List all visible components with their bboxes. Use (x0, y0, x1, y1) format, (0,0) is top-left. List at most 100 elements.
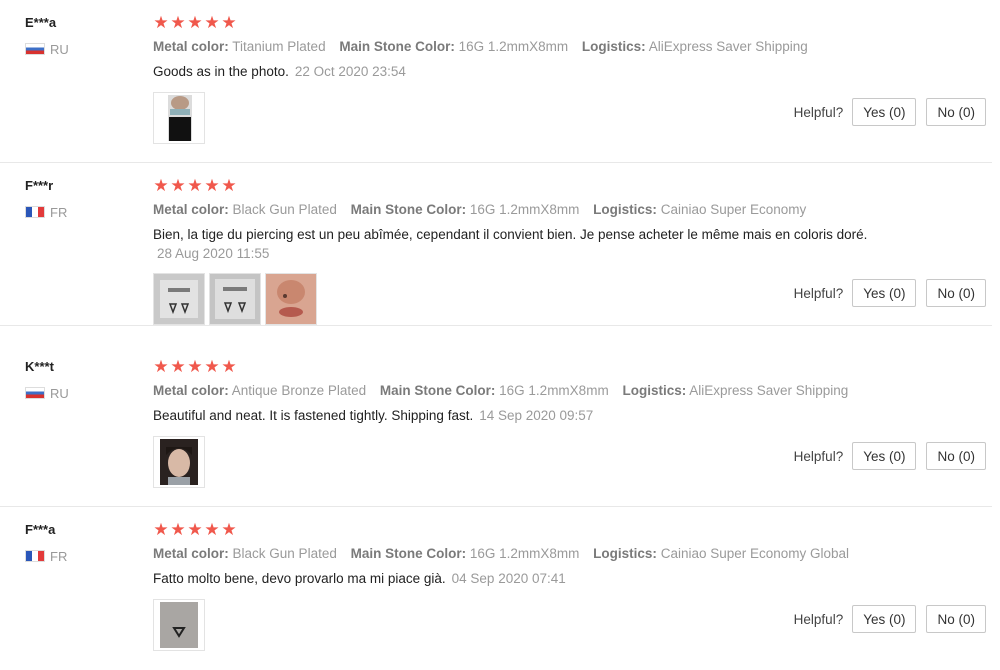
star-icon: ★ (187, 520, 203, 540)
country-code: RU (50, 41, 69, 57)
review-photos (153, 92, 205, 144)
photo-image (154, 437, 204, 487)
star-icon: ★ (170, 13, 186, 33)
logistics-attr: Logistics: Cainiao Super Economy Global (593, 546, 850, 561)
star-icon: ★ (204, 520, 220, 540)
review-photo-thumbnail[interactable] (265, 273, 317, 325)
review-photo-thumbnail[interactable] (153, 599, 205, 651)
helpful-yes-button[interactable]: Yes (0) (852, 442, 917, 470)
star-rating: ★ ★ ★ ★ ★ (153, 358, 237, 376)
france-flag-icon (25, 550, 45, 562)
logistics-attr: Logistics: AliExpress Saver Shipping (622, 383, 849, 398)
logistics-attr: Logistics: Cainiao Super Economy (593, 202, 807, 217)
france-flag-icon (25, 206, 45, 218)
helpful-no-button[interactable]: No (0) (926, 442, 986, 470)
review-item: F***a FR ★ ★ ★ ★ ★ Metal color: Black Gu… (0, 507, 992, 670)
star-icon: ★ (170, 357, 186, 377)
helpful-vote: Helpful? Yes (0) No (0) (794, 442, 986, 470)
stone-color-attr: Main Stone Color: 16G 1.2mmX8mm (379, 383, 609, 398)
star-icon: ★ (153, 357, 169, 377)
stone-color-attr: Main Stone Color: 16G 1.2mmX8mm (339, 39, 569, 54)
review-text: Fatto molto bene, devo provarlo ma mi pi… (153, 571, 566, 586)
star-icon: ★ (221, 520, 237, 540)
country-code: RU (50, 385, 69, 401)
metal-color-attr: Metal color: Antique Bronze Plated (153, 383, 367, 398)
helpful-yes-button[interactable]: Yes (0) (852, 279, 917, 307)
helpful-no-button[interactable]: No (0) (926, 279, 986, 307)
logistics-attr: Logistics: AliExpress Saver Shipping (581, 39, 808, 54)
helpful-vote: Helpful? Yes (0) No (0) (794, 605, 986, 633)
review-photo-thumbnail[interactable] (153, 436, 205, 488)
helpful-vote: Helpful? Yes (0) No (0) (794, 98, 986, 126)
review-text: Goods as in the photo. 22 Oct 2020 23:54 (153, 64, 406, 79)
product-attributes: Metal color: Black Gun Plated Main Stone… (153, 202, 816, 217)
review-photos (153, 436, 205, 488)
product-attributes: Metal color: Titanium Plated Main Stone … (153, 39, 818, 54)
star-icon: ★ (187, 176, 203, 196)
star-icon: ★ (204, 13, 220, 33)
review-item: K***t RU ★ ★ ★ ★ ★ Metal color: Antique … (0, 344, 992, 507)
review-photos (153, 273, 317, 325)
review-text: Beautiful and neat. It is fastened tight… (153, 408, 594, 423)
star-icon: ★ (170, 520, 186, 540)
reviewer-name: E***a (25, 15, 57, 30)
reviewer-country: RU (25, 41, 69, 57)
photo-image (154, 93, 204, 143)
review-item: F***r FR ★ ★ ★ ★ ★ Metal color: Black Gu… (0, 163, 992, 326)
reviewer-name: F***r (25, 178, 54, 193)
star-icon: ★ (221, 357, 237, 377)
star-rating: ★ ★ ★ ★ ★ (153, 177, 237, 195)
helpful-vote: Helpful? Yes (0) No (0) (794, 279, 986, 307)
photo-image (210, 274, 260, 324)
review-item: E***a RU ★ ★ ★ ★ ★ Metal color: Titanium… (0, 0, 992, 163)
star-icon: ★ (204, 176, 220, 196)
country-code: FR (50, 548, 68, 564)
review-date: 22 Oct 2020 23:54 (294, 64, 406, 79)
review-photo-thumbnail[interactable] (209, 273, 261, 325)
country-code: FR (50, 204, 68, 220)
stone-color-attr: Main Stone Color: 16G 1.2mmX8mm (350, 546, 580, 561)
helpful-yes-button[interactable]: Yes (0) (852, 98, 917, 126)
product-attributes: Metal color: Black Gun Plated Main Stone… (153, 546, 859, 561)
metal-color-attr: Metal color: Titanium Plated (153, 39, 326, 54)
reviewer-name: F***a (25, 522, 56, 537)
reviewer-country: RU (25, 385, 69, 401)
metal-color-attr: Metal color: Black Gun Plated (153, 546, 337, 561)
russia-flag-icon (25, 43, 45, 55)
helpful-label: Helpful? (793, 448, 844, 464)
star-icon: ★ (170, 176, 186, 196)
helpful-label: Helpful? (793, 285, 844, 301)
star-icon: ★ (153, 520, 169, 540)
review-photos (153, 599, 205, 651)
review-date: 14 Sep 2020 09:57 (479, 408, 594, 423)
russia-flag-icon (25, 387, 45, 399)
stone-color-attr: Main Stone Color: 16G 1.2mmX8mm (350, 202, 580, 217)
reviewer-country: FR (25, 204, 67, 220)
photo-image (266, 274, 316, 324)
reviewer-name: K***t (25, 359, 54, 374)
review-photo-thumbnail[interactable] (153, 273, 205, 325)
photo-image (154, 600, 204, 650)
star-icon: ★ (187, 357, 203, 377)
review-date: 04 Sep 2020 07:41 (451, 571, 566, 586)
star-rating: ★ ★ ★ ★ ★ (153, 521, 237, 539)
star-icon: ★ (153, 176, 169, 196)
review-date: 28 Aug 2020 11:55 (157, 246, 270, 261)
star-icon: ★ (204, 357, 220, 377)
helpful-no-button[interactable]: No (0) (926, 605, 986, 633)
helpful-yes-button[interactable]: Yes (0) (852, 605, 917, 633)
star-icon: ★ (221, 13, 237, 33)
helpful-label: Helpful? (793, 104, 844, 120)
metal-color-attr: Metal color: Black Gun Plated (153, 202, 337, 217)
helpful-no-button[interactable]: No (0) (926, 98, 986, 126)
product-attributes: Metal color: Antique Bronze Plated Main … (153, 383, 858, 398)
photo-image (154, 274, 204, 324)
star-icon: ★ (153, 13, 169, 33)
star-rating: ★ ★ ★ ★ ★ (153, 14, 237, 32)
helpful-label: Helpful? (793, 611, 844, 627)
star-icon: ★ (187, 13, 203, 33)
review-text: Bien, la tige du piercing est un peu abî… (153, 227, 868, 242)
review-photo-thumbnail[interactable] (153, 92, 205, 144)
reviewer-country: FR (25, 548, 67, 564)
star-icon: ★ (221, 176, 237, 196)
